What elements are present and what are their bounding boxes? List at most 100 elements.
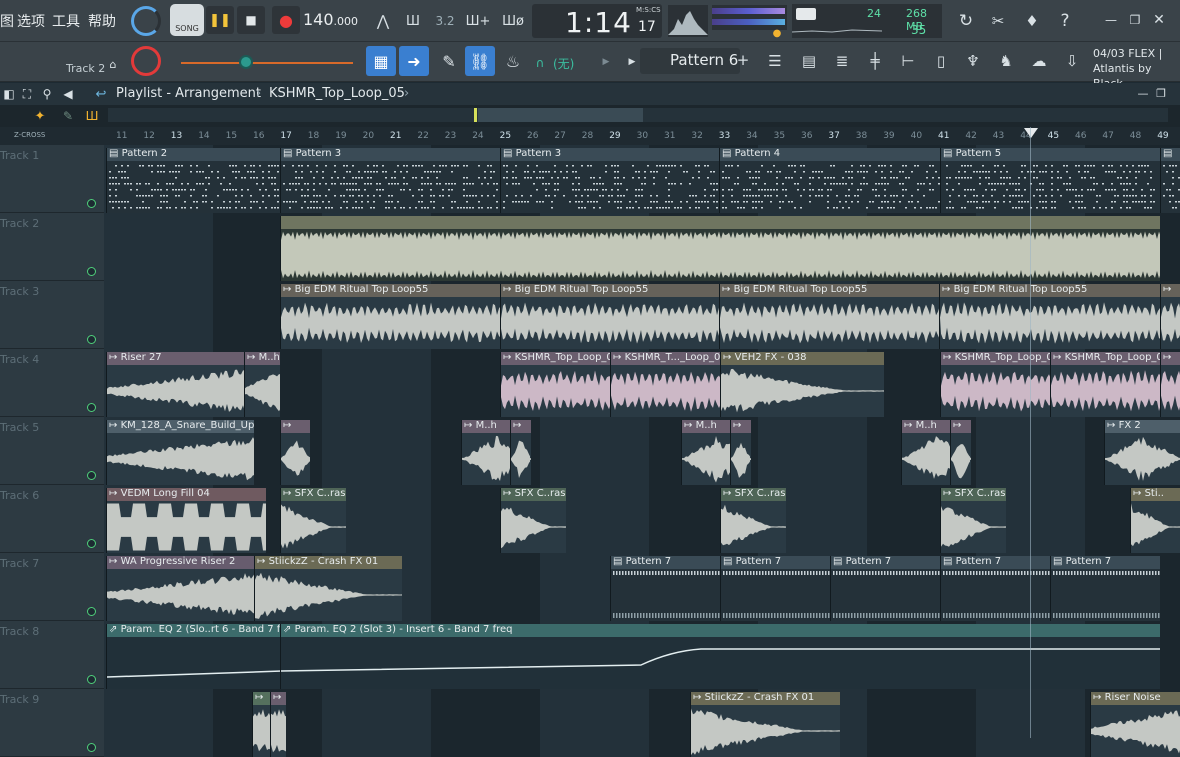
pattern-selector[interactable]: Pattern 6: [640, 48, 740, 74]
clip-title[interactable]: ↦ Big EDM Ritual Top Loop55: [940, 284, 1160, 297]
clip-title[interactable]: ▤ Pattern 3: [281, 148, 500, 161]
channel-dropdown-icon[interactable]: ▶: [600, 56, 612, 68]
clip[interactable]: ↦ StiickzZ - Crash FX 01: [254, 556, 402, 621]
loop-record-icon[interactable]: Шø: [500, 8, 526, 34]
playlist-menu-icon[interactable]: ◧: [2, 86, 16, 102]
clip[interactable]: ↦: [510, 420, 530, 485]
clip-title[interactable]: ↦: [1161, 284, 1180, 297]
touch-keyboard-icon[interactable]: ♞: [993, 48, 1019, 74]
track-mute-icon[interactable]: [87, 675, 96, 684]
horizontal-scrollbar[interactable]: [108, 108, 1168, 122]
clip-title[interactable]: ▤ Pattern 7: [611, 556, 720, 569]
pattern-prev-icon[interactable]: ▶: [626, 56, 638, 68]
clip-title[interactable]: ↦ StiickzZ - Crash FX 01: [691, 692, 840, 705]
track-lane[interactable]: [104, 213, 1180, 281]
main-pitch-knob[interactable]: [131, 46, 161, 76]
clip[interactable]: ↦ SFX C..rash: [940, 488, 1006, 553]
microphone-icon[interactable]: ♦: [1019, 8, 1045, 34]
download-icon[interactable]: ⇩: [1059, 48, 1085, 74]
clip-title[interactable]: ↦: [731, 420, 750, 433]
track-lane[interactable]: ↦ Big EDM Ritual Top Loop55 ↦ Big EDM Rit…: [104, 281, 1180, 349]
plugin-picker-icon[interactable]: ♆: [960, 48, 986, 74]
playlist-minimize-icon[interactable]: —: [1136, 85, 1150, 101]
clip[interactable]: ↦ Big EDM Ritual Top Loop55: [719, 284, 939, 349]
countdown-icon[interactable]: 3.2: [432, 8, 458, 34]
browser-icon[interactable]: ▯: [928, 48, 954, 74]
clip[interactable]: ↦: [270, 692, 286, 757]
clip-title[interactable]: ↦ Big EDM Ritual Top Loop55: [281, 284, 500, 297]
clip-title[interactable]: ▤: [1161, 148, 1180, 161]
pause-button[interactable]: ❚❚: [206, 6, 234, 34]
playlist-breadcrumb[interactable]: KSHMR_Top_Loop_05: [269, 86, 405, 101]
menu-options[interactable]: 选项: [17, 11, 45, 31]
clip-title[interactable]: ▤ Pattern 7: [941, 556, 1050, 569]
clip[interactable]: ↦ KSHMR_T..._Loop_05: [610, 352, 720, 417]
track-header[interactable]: Track 2: [0, 213, 104, 281]
clip-title[interactable]: ↦ KSHMR_T..._Loop_05: [611, 352, 720, 365]
clip-title[interactable]: ↦ VEDM Long Fill 04: [107, 488, 266, 501]
clip[interactable]: ▤ Pattern 7: [940, 556, 1050, 621]
mixer-icon[interactable]: ☰: [762, 48, 788, 74]
clip[interactable]: ↦ Big EDM Ritual Top Loop55: [500, 284, 720, 349]
clip[interactable]: ▤ Pattern 3: [280, 148, 500, 213]
clip[interactable]: ▤ Pattern 7: [720, 556, 830, 621]
playlist-maximize-icon[interactable]: ❐: [1154, 85, 1168, 101]
clip[interactable]: ▤ Pattern 7: [1050, 556, 1160, 621]
clip[interactable]: ↦ FX 2: [1104, 420, 1180, 485]
clip[interactable]: ↦ Big EDM Ritual Top Loop55: [939, 284, 1160, 349]
clip[interactable]: ↦: [950, 420, 970, 485]
clip[interactable]: ▤ Pattern 5: [940, 148, 1160, 213]
clip-title[interactable]: ↦ WA Progressive Riser 2: [107, 556, 254, 569]
pattern-song-toggle[interactable]: SONG: [170, 4, 204, 36]
clip[interactable]: ↦ SFX C..rash: [720, 488, 786, 553]
clip[interactable]: ▤: [1160, 148, 1180, 213]
clip[interactable]: ↦ VEH2 FX - 038: [720, 352, 884, 417]
clip-title[interactable]: ▤ Pattern 2: [107, 148, 282, 161]
track-header[interactable]: Track 6: [0, 485, 104, 553]
clip[interactable]: ↦: [1160, 352, 1180, 417]
routing-icon[interactable]: ⊢: [895, 48, 921, 74]
clip-title[interactable]: ▤ Pattern 3: [501, 148, 720, 161]
song-position-clock[interactable]: 1:14 M:S:CS 17: [532, 4, 662, 39]
plugin-button[interactable]: ♨: [498, 46, 528, 76]
clip-title[interactable]: ↦ SFX C..rash: [721, 488, 786, 501]
clip[interactable]: ↦ Big EDM Ritual Top Loop55: [280, 284, 500, 349]
clip[interactable]: ▤ Pattern 2: [106, 148, 282, 213]
clip[interactable]: ↦ StiickzZ - Crash FX 01: [690, 692, 840, 757]
track-lane[interactable]: ↦ WA Progressive Riser 2 ↦ StiickzZ - Cra…: [104, 553, 1180, 621]
help-icon[interactable]: ?: [1052, 8, 1078, 34]
clip-title[interactable]: ↦ Sti..: [1131, 488, 1180, 501]
menu-help[interactable]: 帮助: [88, 11, 116, 31]
snap-icon[interactable]: ✦: [32, 108, 48, 124]
clip-title[interactable]: ⇗ Param. EQ 2 (Slo..rt 6 - Band 7 freq: [107, 624, 282, 637]
clip-title[interactable]: ↦ Big EDM Ritual Top Loop55: [720, 284, 939, 297]
record-button[interactable]: ●: [272, 6, 300, 34]
track-mute-icon[interactable]: [87, 199, 96, 208]
clip-title[interactable]: ▤ Pattern 7: [1051, 556, 1160, 569]
zoom-icon[interactable]: ⚲: [40, 86, 54, 102]
track-mute-icon[interactable]: [87, 471, 96, 480]
clip-title[interactable]: ↦ KSHMR_Top_Loop_05: [501, 352, 610, 365]
clip-title[interactable]: ▤ Pattern 7: [831, 556, 940, 569]
fullscreen-icon[interactable]: ⛶: [20, 86, 34, 102]
clip[interactable]: ▤ Pattern 4: [719, 148, 940, 213]
mixer-faders-icon[interactable]: ╪: [862, 48, 888, 74]
master-pitch-slider[interactable]: [181, 62, 353, 64]
clip[interactable]: ▤ Pattern 7: [610, 556, 720, 621]
clip[interactable]: ↦: [280, 420, 310, 485]
link-button[interactable]: ⛓: [465, 46, 495, 76]
clip[interactable]: ⇗ Param. EQ 2 (Slo..rt 6 - Band 7 freq: [106, 624, 282, 689]
playlist-button[interactable]: ▦: [366, 46, 396, 76]
clip-title[interactable]: ↦ KM_128_A_Snare_Build_Up: [107, 420, 254, 433]
clip[interactable]: ↦ KSHMR_Top_Loop_05: [940, 352, 1050, 417]
clip-title[interactable]: ↦: [511, 420, 530, 433]
step-edit-icon[interactable]: Ш+: [465, 8, 491, 34]
clip[interactable]: ↦ Riser 27: [106, 352, 244, 417]
draw-icon[interactable]: ✎: [60, 108, 76, 124]
clip[interactable]: ↦ Sti..: [1130, 488, 1180, 553]
track-lane[interactable]: ↦ ↦ ↦ StiickzZ - Crash FX 01 ↦ Riser Nois…: [104, 689, 1180, 757]
menu-view[interactable]: 图: [0, 11, 14, 31]
add-pattern-icon[interactable]: +: [735, 51, 751, 69]
wait-input-icon[interactable]: Ш: [400, 8, 426, 34]
clip-title[interactable]: ▤ Pattern 4: [720, 148, 940, 161]
